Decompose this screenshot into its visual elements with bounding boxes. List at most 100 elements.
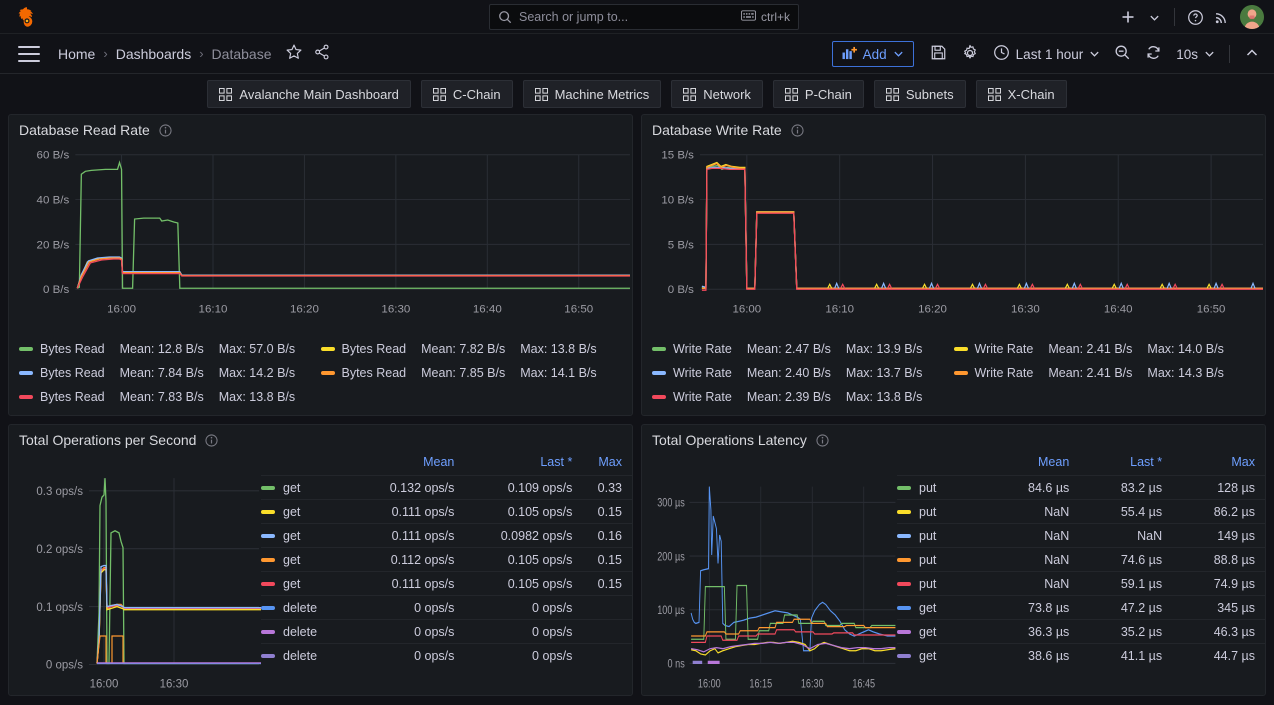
legend-last-cell: 0.105 ops/s: [464, 571, 583, 596]
panel-title[interactable]: Total Operations per Second: [19, 432, 196, 448]
collapse-toolbar-button[interactable]: [1238, 40, 1266, 68]
info-circle-icon[interactable]: [159, 123, 172, 137]
legend-item[interactable]: Bytes Read Mean: 7.83 B/s Max: 13.8 B/s: [19, 390, 321, 404]
dashboard-link-network[interactable]: Network: [671, 80, 763, 108]
info-circle-icon[interactable]: [205, 433, 219, 447]
panel-database-write-rate: Database Write Rate 15 B/s 10 B/s 5 B/s …: [641, 114, 1266, 416]
legend-series-cell[interactable]: get: [261, 523, 357, 548]
legend-item[interactable]: Write Rate Mean: 2.41 B/s Max: 14.0 B/s: [953, 342, 1256, 356]
legend-series-cell[interactable]: delete: [261, 619, 357, 644]
panel-title[interactable]: Total Operations Latency: [652, 432, 807, 448]
legend-series-cell[interactable]: get: [897, 595, 987, 620]
legend-table-row[interactable]: get 0.112 ops/s 0.105 ops/s 0.15: [261, 547, 632, 572]
legend-column-header[interactable]: Last *: [1079, 455, 1172, 476]
legend-series-cell[interactable]: put: [897, 523, 987, 548]
legend-item[interactable]: Bytes Read Mean: 7.82 B/s Max: 13.8 B/s: [320, 342, 623, 356]
legend-series-cell[interactable]: delete: [261, 643, 357, 668]
legend-table-row[interactable]: get 0.111 ops/s 0.105 ops/s 0.15: [261, 571, 632, 596]
legend-series-cell[interactable]: get: [897, 619, 987, 644]
dashboard-link-c-chain[interactable]: C-Chain: [420, 80, 513, 108]
zoom-out-time-button[interactable]: [1108, 40, 1137, 68]
user-avatar[interactable]: [1240, 5, 1264, 29]
legend-series-cell[interactable]: get: [261, 499, 357, 524]
legend-column-header[interactable]: Max: [582, 455, 632, 476]
dashboard-link-label: Network: [703, 86, 751, 102]
breadcrumb-item-home[interactable]: Home: [58, 46, 95, 62]
legend-column-header[interactable]: Last *: [464, 455, 582, 476]
rss-news-icon[interactable]: [1208, 4, 1234, 30]
dashboard-link-subnets[interactable]: Subnets: [873, 80, 966, 108]
legend-item[interactable]: Bytes Read Mean: 12.8 B/s Max: 57.0 B/s: [19, 342, 321, 356]
legend-series-cell[interactable]: put: [897, 475, 987, 500]
legend-table-row[interactable]: delete 0 ops/s 0 ops/s: [261, 619, 632, 644]
grafana-logo-icon[interactable]: [14, 4, 40, 30]
hamburger-menu-icon[interactable]: [18, 45, 40, 62]
legend-table-row[interactable]: get 0.111 ops/s 0.0982 ops/s 0.16: [261, 523, 632, 548]
legend-column-header[interactable]: [897, 455, 986, 476]
legend-table-row[interactable]: delete 0 ops/s 0 ops/s: [261, 643, 632, 668]
legend-stat: Max: 14.0 B/s: [1147, 342, 1224, 356]
legend-max-cell: 345 µs: [1172, 595, 1265, 620]
legend-series-cell[interactable]: put: [897, 499, 987, 524]
save-dashboard-button[interactable]: [924, 40, 953, 68]
legend-series-cell[interactable]: get: [897, 643, 987, 668]
legend-series-cell[interactable]: get: [261, 475, 357, 500]
legend-table-row[interactable]: get 0.111 ops/s 0.105 ops/s 0.15: [261, 499, 632, 524]
info-circle-icon[interactable]: [791, 123, 804, 137]
search-input[interactable]: Search or jump to... ctrl+k: [489, 4, 799, 30]
gear-icon: [961, 44, 979, 65]
help-circle-icon[interactable]: [1182, 4, 1208, 30]
create-new-button[interactable]: [1115, 4, 1141, 30]
add-panel-label: Add: [862, 46, 887, 62]
legend-column-header[interactable]: [261, 455, 357, 476]
legend-item[interactable]: Write Rate Mean: 2.39 B/s Max: 13.8 B/s: [652, 390, 954, 404]
legend-item[interactable]: Write Rate Mean: 2.47 B/s Max: 13.9 B/s: [652, 342, 954, 356]
legend-item[interactable]: Write Rate Mean: 2.41 B/s Max: 14.3 B/s: [953, 366, 1256, 380]
timeseries-chart-read-rate[interactable]: 60 B/s 40 B/s 20 B/s 0 B/s 16:00 16:10 1…: [9, 145, 632, 335]
dashboard-link-p-chain[interactable]: P-Chain: [772, 80, 864, 108]
timeseries-chart-write-rate[interactable]: 15 B/s 10 B/s 5 B/s 0 B/s 16:00 16:10 16…: [642, 145, 1265, 335]
legend-series-cell[interactable]: get: [261, 547, 357, 572]
star-outline-icon[interactable]: [285, 43, 303, 64]
legend-last-cell: 47.2 µs: [1079, 595, 1173, 620]
legend-table-row[interactable]: put NaN 55.4 µs 86.2 µs: [897, 499, 1265, 524]
legend-column-header[interactable]: Mean: [357, 455, 465, 476]
refresh-interval-picker[interactable]: 10s: [1170, 40, 1221, 68]
legend-table-row[interactable]: put 84.6 µs 83.2 µs 128 µs: [897, 475, 1265, 500]
legend-table-row[interactable]: get 38.6 µs 41.1 µs 44.7 µs: [897, 643, 1265, 668]
legend-table-row[interactable]: put NaN NaN 149 µs: [897, 523, 1265, 548]
timeseries-chart-operations-latency[interactable]: 300 µs 200 µs 100 µs 0 ns 16:00 16:15 16…: [642, 455, 897, 695]
legend-series-cell[interactable]: get: [261, 571, 357, 596]
timeseries-chart-operations-per-second[interactable]: 0.3 ops/s 0.2 ops/s 0.1 ops/s 0 ops/s 16…: [9, 455, 261, 695]
legend-item[interactable]: Bytes Read Mean: 7.84 B/s Max: 14.2 B/s: [19, 366, 321, 380]
breadcrumb-item-database[interactable]: Database: [212, 46, 272, 62]
panel-title[interactable]: Database Write Rate: [652, 122, 782, 138]
dashboard-link-machine-metrics[interactable]: Machine Metrics: [522, 80, 662, 108]
dashboard-link-avalanche-main-dashboard[interactable]: Avalanche Main Dashboard: [207, 80, 411, 108]
time-range-picker[interactable]: Last 1 hour: [987, 40, 1107, 68]
legend-series-cell[interactable]: put: [897, 547, 987, 572]
share-nodes-icon[interactable]: [313, 43, 331, 64]
legend-stat: Mean: 7.85 B/s: [421, 366, 506, 380]
legend-table-row[interactable]: get 73.8 µs 47.2 µs 345 µs: [897, 595, 1265, 620]
legend-table-row[interactable]: delete 0 ops/s 0 ops/s: [261, 595, 632, 620]
dashboard-settings-button[interactable]: [955, 40, 985, 68]
breadcrumb-item-dashboards[interactable]: Dashboards: [116, 46, 192, 62]
legend-column-header[interactable]: Mean: [986, 455, 1079, 476]
dashboard-link-x-chain[interactable]: X-Chain: [975, 80, 1067, 108]
add-panel-button[interactable]: Add: [831, 41, 914, 67]
legend-table-row[interactable]: put NaN 74.6 µs 88.8 µs: [897, 547, 1265, 572]
legend-last-cell: 74.6 µs: [1079, 547, 1173, 572]
legend-item[interactable]: Write Rate Mean: 2.40 B/s Max: 13.7 B/s: [652, 366, 954, 380]
create-new-chevron-down-icon[interactable]: [1141, 4, 1167, 30]
legend-series-cell[interactable]: put: [897, 571, 987, 596]
refresh-dashboard-button[interactable]: [1139, 40, 1168, 68]
legend-table-row[interactable]: put NaN 59.1 µs 74.9 µs: [897, 571, 1265, 596]
legend-column-header[interactable]: Max: [1172, 455, 1265, 476]
panel-title[interactable]: Database Read Rate: [19, 122, 150, 138]
legend-table-row[interactable]: get 36.3 µs 35.2 µs 46.3 µs: [897, 619, 1265, 644]
legend-table-row[interactable]: get 0.132 ops/s 0.109 ops/s 0.33: [261, 475, 632, 500]
legend-item[interactable]: Bytes Read Mean: 7.85 B/s Max: 14.1 B/s: [320, 366, 623, 380]
info-circle-icon[interactable]: [816, 433, 829, 447]
legend-series-cell[interactable]: delete: [261, 595, 357, 620]
